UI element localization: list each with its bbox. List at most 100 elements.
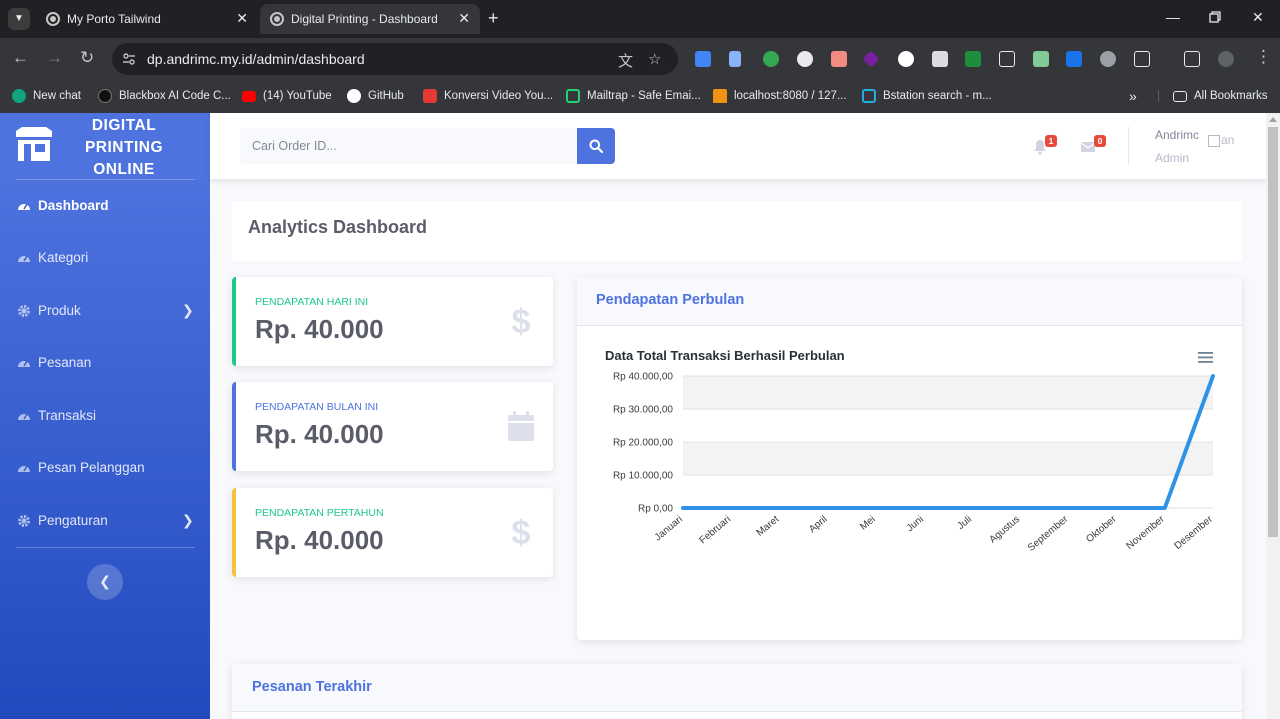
- tachometer-icon: [18, 203, 30, 210]
- bookmark-label: GitHub: [368, 90, 404, 102]
- extension-gear-icon[interactable]: [797, 51, 813, 67]
- bookmark-new-chat[interactable]: New chat: [12, 87, 81, 105]
- sidebar-item-pengaturan[interactable]: Pengaturan ❯: [0, 501, 210, 541]
- bookmark-label: localhost:8080 / 127...: [734, 90, 847, 102]
- new-tab-button[interactable]: +: [488, 8, 499, 28]
- sidebar: DIGITAL PRINTING ONLINE Dashboard Katego…: [0, 113, 210, 719]
- close-window-icon[interactable]: ✕: [1252, 9, 1264, 26]
- sidebar-item-pesan-pelanggan[interactable]: Pesan Pelanggan: [0, 448, 210, 488]
- bookmark-label: New chat: [33, 90, 81, 102]
- sidebar-item-label: Pesan Pelanggan: [38, 460, 145, 475]
- sidebar-item-produk[interactable]: Produk ❯: [0, 291, 210, 331]
- bookmark-blackbox[interactable]: Blackbox AI Code C...: [98, 87, 231, 105]
- sidebar-item-label: Transaksi: [38, 408, 97, 423]
- extension-pen-icon[interactable]: [965, 51, 981, 67]
- site-info-icon[interactable]: [122, 52, 136, 66]
- reload-icon[interactable]: ↻: [80, 48, 94, 68]
- extension-diamond-icon[interactable]: [862, 50, 880, 68]
- stat-label: PENDAPATAN HARI INI: [255, 296, 369, 308]
- scrollbar-thumb[interactable]: [1268, 127, 1278, 537]
- messages-count-badge: 0: [1094, 135, 1106, 147]
- stat-value: Rp. 40.000: [255, 314, 384, 344]
- dollar-icon: $: [512, 305, 531, 337]
- chevron-right-icon: ❯: [182, 512, 194, 528]
- bookmark-github[interactable]: GitHub: [347, 87, 404, 105]
- stat-card-daily-income: PENDAPATAN HARI INI Rp. 40.000 $: [232, 277, 553, 366]
- x-tick-label: Desember: [1173, 513, 1216, 552]
- card-header: Pendapatan Perbulan: [577, 277, 1242, 326]
- bookmark-label: Konversi Video You...: [444, 90, 554, 102]
- extension-circle-icon[interactable]: [898, 51, 914, 67]
- gear-icon: [18, 515, 30, 527]
- y-tick-label: Rp 10.000,00: [613, 471, 673, 482]
- search-input[interactable]: [240, 128, 577, 164]
- minimize-icon[interactable]: —: [1166, 9, 1180, 25]
- page-title: Analytics Dashboard: [248, 217, 428, 237]
- browser-menu-icon[interactable]: ⋮: [1255, 47, 1272, 67]
- sidebar-toggle-button[interactable]: ❮: [87, 564, 123, 600]
- search-button[interactable]: [577, 128, 615, 164]
- brand-line: PRINTING: [84, 139, 164, 156]
- x-tick-label: Oktober: [1084, 513, 1119, 545]
- browser-tab-inactive[interactable]: My Porto Tailwind ✕: [36, 4, 258, 34]
- scroll-up-arrow-icon[interactable]: [1269, 117, 1277, 122]
- hamburger-icon[interactable]: [1198, 352, 1213, 363]
- browser-tab-bar: ▼ My Porto Tailwind ✕ Digital Printing -…: [0, 0, 1280, 38]
- recent-orders-card: Pesanan Terakhir: [232, 664, 1242, 719]
- user-name[interactable]: Andrimc: [1155, 128, 1199, 142]
- extension-fi-icon[interactable]: [1066, 51, 1082, 67]
- close-tab-icon[interactable]: ✕: [236, 10, 248, 27]
- x-tick-label: Januari: [653, 514, 685, 544]
- browser-tab-active[interactable]: Digital Printing - Dashboard ✕: [260, 4, 480, 34]
- forward-arrow-icon[interactable]: →: [46, 48, 63, 68]
- extension-download-icon[interactable]: [1033, 51, 1049, 67]
- stat-label: PENDAPATAN PERTAHUN: [255, 507, 384, 519]
- page-scrollbar[interactable]: [1266, 113, 1280, 719]
- tab-search-button[interactable]: ▼: [8, 8, 30, 30]
- card-title: Pendapatan Perbulan: [596, 292, 745, 308]
- profile-avatar-icon[interactable]: [1218, 51, 1234, 67]
- extension-translate-icon[interactable]: [695, 51, 711, 67]
- bookmark-konversi[interactable]: Konversi Video You...: [423, 87, 553, 105]
- stat-label: PENDAPATAN BULAN INI: [255, 401, 379, 413]
- topbar-divider: [1128, 127, 1129, 164]
- translate-icon[interactable]: 文: [618, 50, 633, 71]
- extension-color-icon[interactable]: [763, 51, 779, 67]
- close-tab-icon[interactable]: ✕: [458, 10, 470, 27]
- x-tick-label: Maret: [755, 514, 782, 539]
- extension-window-icon[interactable]: [932, 51, 948, 67]
- extension-cube-icon[interactable]: [999, 51, 1015, 67]
- card-accent-border: [232, 488, 236, 577]
- back-arrow-icon[interactable]: ←: [12, 48, 29, 68]
- user-role: Admin: [1155, 151, 1190, 165]
- extensions-puzzle-icon[interactable]: [1134, 51, 1150, 67]
- bookmarks-bar: New chat Blackbox AI Code C... (14) YouT…: [0, 80, 1280, 113]
- topbar: 1 0 Andrimc Admin an: [210, 113, 1266, 179]
- sidebar-item-transaksi[interactable]: Transaksi: [0, 396, 210, 436]
- bookmark-mailtrap[interactable]: Mailtrap - Safe Emai...: [566, 87, 701, 105]
- bookmark-localhost[interactable]: localhost:8080 / 127...: [713, 87, 847, 105]
- sidebar-item-dashboard[interactable]: Dashboard: [0, 186, 210, 226]
- address-bar[interactable]: dp.andrimc.my.id/admin/dashboard 文 ☆: [112, 43, 678, 75]
- all-bookmarks-button[interactable]: All Bookmarks: [1173, 87, 1268, 105]
- tachometer-icon: [18, 360, 30, 367]
- avatar-alt-text: an: [1221, 133, 1235, 147]
- x-tick-label: Juni: [905, 514, 926, 534]
- restore-window-icon[interactable]: [1209, 10, 1221, 26]
- bookmark-star-icon[interactable]: ☆: [648, 50, 661, 68]
- stat-value: Rp. 40.000: [255, 419, 384, 449]
- sidebar-brand[interactable]: DIGITAL PRINTING ONLINE: [0, 113, 210, 179]
- more-bookmarks-icon[interactable]: »: [1129, 87, 1137, 105]
- avatar[interactable]: an: [1208, 133, 1242, 151]
- bookmark-bstation[interactable]: Bstation search - m...: [862, 87, 992, 105]
- sidebar-item-pesanan[interactable]: Pesanan: [0, 343, 210, 383]
- sidebar-item-label: Produk: [38, 303, 81, 318]
- bookmark-youtube[interactable]: (14) YouTube: [242, 87, 332, 105]
- extension-docs-icon[interactable]: [729, 51, 741, 67]
- x-tick-label: Juli: [955, 514, 974, 532]
- extension-abp-icon[interactable]: [1100, 51, 1116, 67]
- search-icon: [589, 139, 603, 153]
- extension-calendar-icon[interactable]: [831, 51, 847, 67]
- sidebar-item-kategori[interactable]: Kategori: [0, 238, 210, 278]
- side-panel-icon[interactable]: [1184, 51, 1200, 67]
